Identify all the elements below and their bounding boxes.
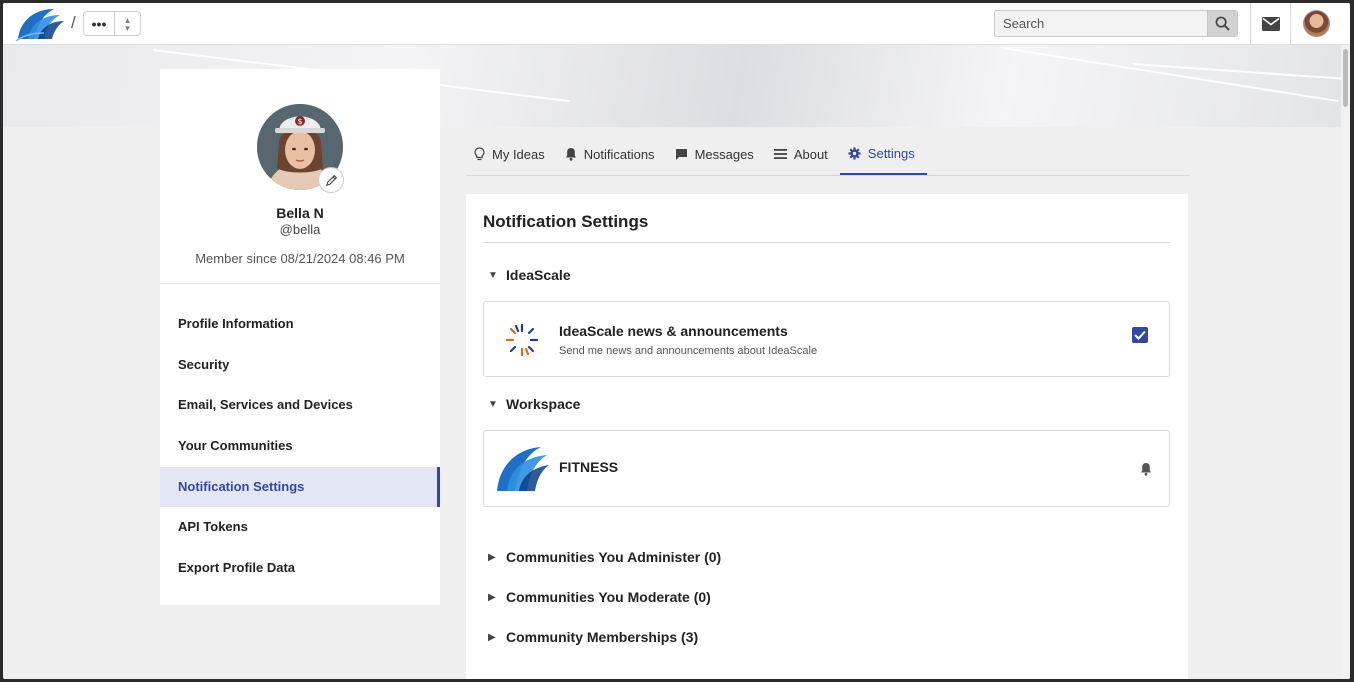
messages-button[interactable] bbox=[1253, 3, 1289, 45]
profile-sidebar: $ Bella N @bella Member since 08/21/2024… bbox=[160, 69, 440, 605]
section-community-memberships-toggle[interactable]: ▶ Community Memberships (3) bbox=[488, 629, 698, 645]
edit-avatar-button[interactable] bbox=[318, 167, 344, 193]
scrollbar-thumb[interactable] bbox=[1343, 49, 1348, 107]
caret-down-icon: ▼ bbox=[488, 269, 498, 281]
sidebar-item-api-tokens[interactable]: API Tokens bbox=[160, 507, 440, 548]
workspace-name: FITNESS bbox=[559, 459, 619, 475]
tab-about[interactable]: About bbox=[766, 133, 840, 175]
section-title: Workspace bbox=[506, 396, 581, 412]
svg-text:$: $ bbox=[297, 117, 302, 126]
top-bar: / ••• ▴ ▾ bbox=[3, 3, 1350, 45]
ideascale-news-title: IdeaScale news & announcements bbox=[559, 323, 788, 339]
search-input[interactable] bbox=[995, 11, 1207, 36]
member-since: Member since 08/21/2024 08:46 PM bbox=[195, 251, 405, 266]
tab-label: Messages bbox=[694, 146, 754, 162]
section-title: Communities You Administer (0) bbox=[506, 549, 722, 565]
sidebar-item-email-services-devices[interactable]: Email, Services and Devices bbox=[160, 385, 440, 426]
section-title: Communities You Moderate (0) bbox=[506, 589, 711, 605]
fitness-logo-icon bbox=[497, 447, 549, 491]
sidebar-item-security[interactable]: Security bbox=[160, 345, 440, 386]
caret-right-icon: ▶ bbox=[488, 551, 496, 563]
pencil-icon bbox=[325, 174, 337, 186]
panel-title: Notification Settings bbox=[483, 212, 649, 231]
bell-icon bbox=[565, 148, 576, 161]
gear-icon bbox=[848, 146, 861, 160]
breadcrumb-switcher[interactable]: ••• ▴ ▾ bbox=[83, 11, 141, 36]
sidebar-item-export-profile-data[interactable]: Export Profile Data bbox=[160, 548, 440, 589]
tab-label: About bbox=[793, 146, 828, 162]
notification-settings-panel: Notification Settings ▼ IdeaScale IdeaSc… bbox=[466, 194, 1188, 679]
lightbulb-icon bbox=[474, 147, 485, 161]
tab-label: Notifications bbox=[583, 146, 655, 162]
search-box bbox=[994, 10, 1238, 37]
tab-notifications[interactable]: Notifications bbox=[557, 133, 667, 175]
topbar-divider bbox=[1290, 3, 1291, 45]
section-communities-moderate-toggle[interactable]: ▶ Communities You Moderate (0) bbox=[488, 589, 711, 605]
sidebar-item-notification-settings[interactable]: Notification Settings bbox=[160, 466, 440, 508]
topbar-divider bbox=[1250, 3, 1251, 45]
profile-handle: @bella bbox=[279, 222, 321, 237]
more-icon[interactable]: ••• bbox=[84, 14, 114, 34]
chevron-up-down-icon[interactable]: ▴ ▾ bbox=[115, 15, 140, 32]
ideascale-news-row: IdeaScale news & announcements Send me n… bbox=[483, 301, 1170, 377]
section-workspace-toggle[interactable]: ▼ Workspace bbox=[488, 396, 580, 412]
ideascale-news-checkbox[interactable] bbox=[1132, 327, 1148, 343]
user-avatar[interactable] bbox=[1303, 10, 1330, 37]
sidebar-divider bbox=[160, 283, 440, 284]
search-icon bbox=[1215, 16, 1230, 31]
tab-my-ideas[interactable]: My Ideas bbox=[466, 133, 557, 175]
tab-messages[interactable]: Messages bbox=[667, 133, 766, 175]
section-ideascale-toggle[interactable]: ▼ IdeaScale bbox=[488, 267, 571, 283]
caret-right-icon: ▶ bbox=[488, 631, 496, 643]
panel-divider bbox=[483, 242, 1170, 243]
search-button[interactable] bbox=[1207, 11, 1237, 36]
workspace-fitness-row: FITNESS bbox=[483, 430, 1170, 507]
bell-icon[interactable] bbox=[1140, 462, 1152, 476]
chat-icon bbox=[675, 148, 687, 160]
tab-label: Settings bbox=[867, 145, 915, 161]
ideascale-logo-icon bbox=[505, 323, 539, 357]
caret-down-icon: ▼ bbox=[488, 398, 498, 410]
section-title: IdeaScale bbox=[506, 267, 571, 283]
fitness-logo-icon[interactable] bbox=[14, 5, 66, 43]
tab-label: My Ideas bbox=[492, 146, 545, 162]
sidebar-item-profile-information[interactable]: Profile Information bbox=[160, 304, 440, 345]
profile-name: Bella N bbox=[276, 205, 324, 221]
section-communities-administer-toggle[interactable]: ▶ Communities You Administer (0) bbox=[488, 549, 721, 565]
tab-settings[interactable]: Settings bbox=[839, 133, 927, 175]
breadcrumb-separator: / bbox=[71, 13, 76, 32]
checkmark-icon bbox=[1134, 330, 1146, 340]
profile-tabs: My Ideas Notifications Messages About Se… bbox=[466, 133, 1190, 176]
settings-nav: Profile Information Security Email, Serv… bbox=[160, 304, 440, 589]
section-title: Community Memberships (3) bbox=[506, 629, 699, 645]
sidebar-item-your-communities[interactable]: Your Communities bbox=[160, 426, 440, 467]
menu-icon bbox=[773, 149, 787, 159]
ideascale-news-subtitle: Send me news and announcements about Ide… bbox=[559, 345, 818, 357]
app-window: / ••• ▴ ▾ Search $ Bella N @bella Member… bbox=[3, 3, 1350, 679]
mail-icon bbox=[1262, 17, 1280, 31]
caret-right-icon: ▶ bbox=[488, 591, 496, 603]
page-scrollbar[interactable] bbox=[1341, 45, 1350, 679]
